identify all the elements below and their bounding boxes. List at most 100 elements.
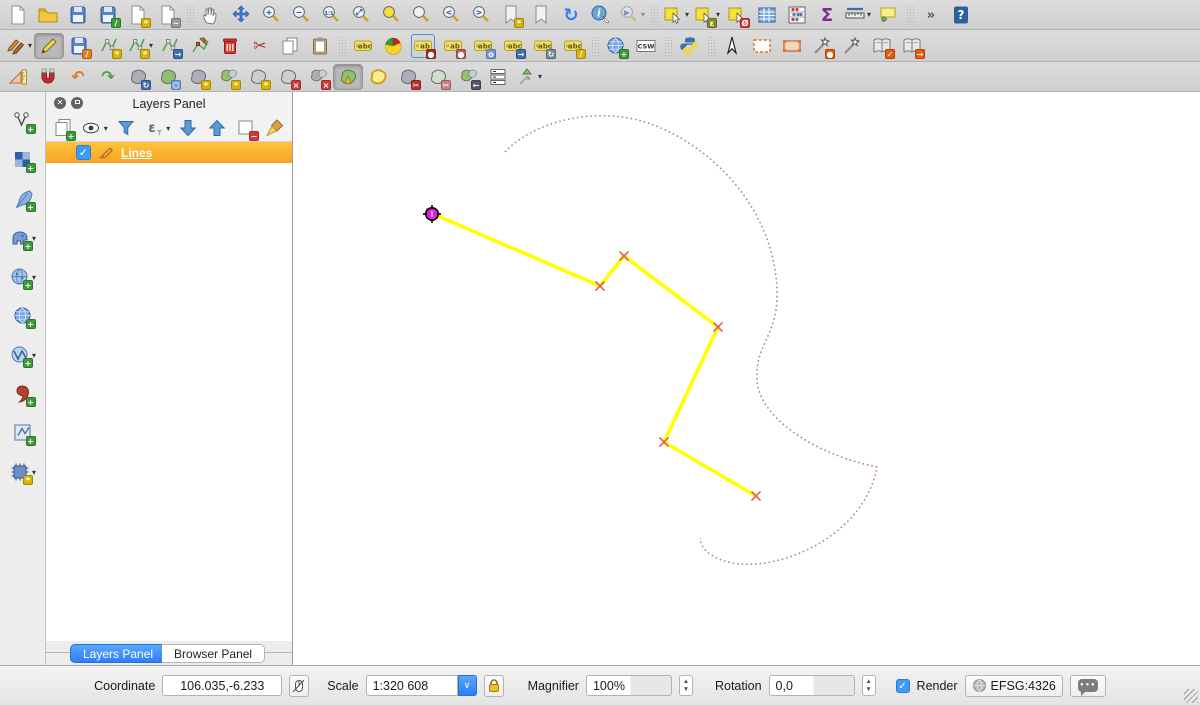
map-canvas[interactable]	[293, 92, 1200, 665]
add-postgis-layer-button[interactable]: +▾	[7, 223, 38, 253]
add-raster-layer-button[interactable]: +	[8, 145, 38, 175]
move-label-button[interactable]: abc→	[498, 33, 528, 59]
plugin-wand-button[interactable]	[837, 33, 867, 59]
reshape-features-button[interactable]	[333, 64, 363, 90]
add-circular-string-dropdown-arrow[interactable]: ▾	[149, 41, 153, 50]
scale-extent-button[interactable]	[777, 33, 807, 59]
filter-legend-button[interactable]	[113, 116, 139, 140]
merge-feature-attributes-button[interactable]	[483, 64, 513, 90]
split-parts-button[interactable]: ✂	[423, 64, 453, 90]
add-oracle-layer-button[interactable]: +	[8, 379, 38, 409]
add-delimited-text-layer-button[interactable]: +	[8, 184, 38, 214]
zoom-last-button[interactable]: <	[436, 2, 466, 28]
filter-by-expression-dropdown-arrow[interactable]: ▾	[166, 124, 170, 133]
show-bookmarks-button[interactable]	[526, 2, 556, 28]
cut-features-button[interactable]: ✂	[245, 33, 275, 59]
paste-features-button[interactable]	[305, 33, 335, 59]
filter-by-expression-button[interactable]: ε▾	[142, 116, 173, 140]
delete-ring-button[interactable]: ×	[273, 64, 303, 90]
delete-selected-button[interactable]	[215, 33, 245, 59]
run-feature-action-button[interactable]: ▶▾	[616, 2, 647, 28]
copy-features-button[interactable]	[275, 33, 305, 59]
rotate-label-button[interactable]: abc↻	[528, 33, 558, 59]
deselect-all-button[interactable]: Ø	[722, 2, 752, 28]
scale-dropdown-button[interactable]: ∨	[458, 675, 477, 696]
select-features-button[interactable]: ▾	[660, 2, 691, 28]
magnifier-stepper[interactable]: ▲▼	[679, 675, 693, 696]
expand-all-button[interactable]	[175, 116, 201, 140]
add-spatialite-layer-button[interactable]: +▾	[7, 262, 38, 292]
pan-map-button[interactable]	[196, 2, 226, 28]
node-tool-button[interactable]	[185, 33, 215, 59]
render-checkbox[interactable]: ✓	[896, 679, 910, 693]
zoom-full-button[interactable]: ⤢	[346, 2, 376, 28]
current-edits-button[interactable]: ▾	[3, 33, 34, 59]
collapse-all-button[interactable]	[204, 116, 230, 140]
toolbar-overflow-button[interactable]: »	[916, 2, 946, 28]
zoom-native-button[interactable]: 1:1	[316, 2, 346, 28]
advanced-digitizing-button[interactable]	[3, 64, 33, 90]
tab-browser-panel[interactable]: Browser Panel	[162, 644, 265, 663]
plugin-book-check-button[interactable]: ✓	[867, 33, 897, 59]
float-panel-button[interactable]	[71, 97, 83, 109]
add-vector-layer-button[interactable]: +	[8, 106, 38, 136]
merge-features-button[interactable]: ←	[453, 64, 483, 90]
zoom-next-button[interactable]: >	[466, 2, 496, 28]
composer-manager-button[interactable]: ~	[153, 2, 183, 28]
field-calculator-button[interactable]	[782, 2, 812, 28]
undo-button[interactable]: ↶	[63, 64, 93, 90]
rotation-stepper[interactable]: ▲▼	[862, 675, 876, 696]
toggle-editing-button[interactable]	[34, 33, 64, 59]
add-circular-string-button[interactable]: *▾	[124, 33, 155, 59]
save-layer-edits-button[interactable]: /	[64, 33, 94, 59]
scale-lock-button[interactable]	[484, 675, 504, 697]
help-button[interactable]: ?	[946, 2, 976, 28]
measure-button[interactable]: ▾	[842, 2, 873, 28]
select-by-expression-button[interactable]: ε▾	[691, 2, 722, 28]
plugin-wand-badge-button[interactable]: ●	[807, 33, 837, 59]
resize-grip[interactable]	[1184, 689, 1198, 703]
zoom-out-button[interactable]: −	[286, 2, 316, 28]
magnifier-input[interactable]: 100%	[586, 675, 672, 696]
statistical-summary-button[interactable]: Σ	[812, 2, 842, 28]
messages-button[interactable]: •••	[1070, 675, 1106, 697]
layer-diagram-button[interactable]	[378, 33, 408, 59]
add-part-button[interactable]: *	[213, 64, 243, 90]
move-feature-button[interactable]: →	[155, 33, 185, 59]
pin-labels-button[interactable]: ab●	[408, 33, 438, 59]
fill-ring-button[interactable]: *	[243, 64, 273, 90]
remove-layer-button[interactable]: −	[233, 116, 259, 140]
select-features-dropdown-arrow[interactable]: ▾	[685, 10, 689, 19]
pan-to-selection-button[interactable]	[226, 2, 256, 28]
highlight-pinned-labels-button[interactable]: ab●	[438, 33, 468, 59]
north-arrow-button[interactable]	[717, 33, 747, 59]
python-console-button[interactable]	[674, 33, 704, 59]
snapping-magnet-button[interactable]	[33, 64, 63, 90]
map-tips-button[interactable]	[873, 2, 903, 28]
csw-service-button[interactable]: CSW	[631, 33, 661, 59]
close-panel-button[interactable]: ✕	[54, 97, 66, 109]
scale-combo[interactable]: 1:320 608	[366, 675, 458, 696]
offset-curve-button[interactable]	[363, 64, 393, 90]
select-by-expression-dropdown-arrow[interactable]: ▾	[716, 10, 720, 19]
new-print-composer-button[interactable]: *	[123, 2, 153, 28]
open-project-button[interactable]	[33, 2, 63, 28]
metasearch-button[interactable]: +	[601, 33, 631, 59]
identify-features-button[interactable]: i	[586, 2, 616, 28]
redo-button[interactable]: ↷	[93, 64, 123, 90]
split-features-button[interactable]: ✂	[393, 64, 423, 90]
extent-rectangle-button[interactable]	[747, 33, 777, 59]
style-broom-button[interactable]	[262, 116, 288, 140]
rotate-point-symbols-button[interactable]: ▾	[513, 64, 544, 90]
manage-layer-visibility-dropdown-arrow[interactable]: ▾	[104, 124, 108, 133]
delete-part-button[interactable]: ×	[303, 64, 333, 90]
show-hide-labels-button[interactable]: abco	[468, 33, 498, 59]
refresh-map-button[interactable]: ↻	[556, 2, 586, 28]
simplify-feature-button[interactable]: ⬡	[153, 64, 183, 90]
crs-status-button[interactable]: EFSG:4326	[965, 675, 1063, 697]
tab-layers-panel[interactable]: Layers Panel	[70, 644, 166, 663]
save-project-as-button[interactable]: /	[93, 2, 123, 28]
layer-labeling-button[interactable]: abc	[348, 33, 378, 59]
new-bookmark-button[interactable]: *	[496, 2, 526, 28]
save-project-button[interactable]	[63, 2, 93, 28]
